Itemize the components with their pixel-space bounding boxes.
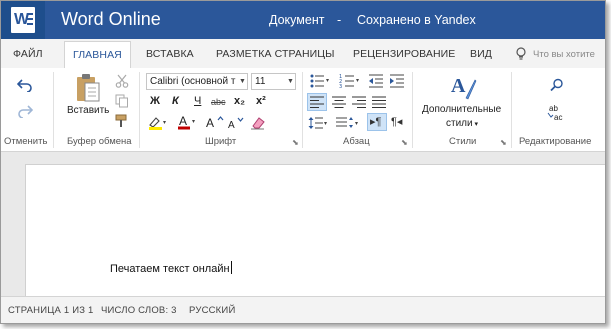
language-indicator[interactable]: РУССКИЙ xyxy=(189,305,235,316)
text-cursor xyxy=(230,261,232,274)
editing-group-label: Редактирование xyxy=(519,136,592,147)
svg-text:A: A xyxy=(206,116,214,130)
dialog-launcher-icon[interactable]: ⬊ xyxy=(401,138,408,147)
save-status: Сохранено в Yandex xyxy=(357,13,476,27)
increase-indent-icon[interactable] xyxy=(389,73,405,89)
svg-text:ac: ac xyxy=(554,113,562,122)
paragraph-spacing-icon[interactable]: ▾ xyxy=(335,116,361,130)
svg-text:▾: ▾ xyxy=(163,119,166,126)
grow-font-icon[interactable]: A xyxy=(205,115,225,130)
svg-text:A: A xyxy=(179,115,187,128)
ribbon-home: Отменить Вставить Буфер обмена Calibri (… xyxy=(1,68,605,152)
tab-view[interactable]: ВИД xyxy=(470,48,492,60)
align-left-icon[interactable] xyxy=(310,96,324,108)
superscript-button[interactable]: x² xyxy=(256,95,266,107)
tab-page-layout[interactable]: РАЗМЕТКА СТРАНИЦЫ xyxy=(216,48,335,60)
svg-text:▾: ▾ xyxy=(192,118,195,125)
clear-formatting-icon[interactable] xyxy=(250,116,266,130)
word-online-window: W Word Online Документ - Сохранено в Yan… xyxy=(0,0,606,324)
group-divider xyxy=(302,72,303,148)
status-bar: СТРАНИЦА 1 ИЗ 1 ЧИСЛО СЛОВ: 3 РУССКИЙ xyxy=(1,296,605,323)
align-right-icon[interactable] xyxy=(352,96,366,108)
copy-icon[interactable] xyxy=(115,94,129,108)
tab-file[interactable]: ФАЙЛ xyxy=(13,48,43,60)
format-painter-icon[interactable] xyxy=(115,114,129,128)
bold-button[interactable]: Ж xyxy=(150,95,160,107)
app-name[interactable]: Word Online xyxy=(61,9,161,30)
dialog-launcher-icon[interactable]: ⬊ xyxy=(500,138,507,147)
decrease-indent-icon[interactable] xyxy=(368,73,384,89)
document-page[interactable]: Печатаем текст онлайн xyxy=(25,164,605,298)
strikethrough-button[interactable]: abc xyxy=(211,97,226,107)
clipboard-group-label: Буфер обмена xyxy=(67,136,132,147)
highlight-color-icon[interactable]: ▾ xyxy=(148,116,168,130)
group-divider xyxy=(511,72,512,148)
tab-home[interactable]: ГЛАВНАЯ xyxy=(64,41,131,68)
redo-icon[interactable] xyxy=(17,104,33,118)
styles-icon[interactable]: A xyxy=(449,72,477,100)
line-spacing-icon[interactable]: ▾ xyxy=(308,116,330,130)
svg-text:▾: ▾ xyxy=(326,77,329,84)
document-body-text[interactable]: Печатаем текст онлайн xyxy=(110,261,232,275)
group-divider xyxy=(53,72,54,148)
svg-text:▾: ▾ xyxy=(324,120,327,127)
svg-text:A: A xyxy=(451,75,466,97)
font-size-value: 11 xyxy=(255,76,266,87)
undo-group-label: Отменить xyxy=(4,136,48,147)
more-styles-button[interactable]: стили ▾ xyxy=(446,118,478,129)
word-logo-icon[interactable]: W xyxy=(1,1,45,39)
lightbulb-icon[interactable] xyxy=(515,47,527,61)
align-center-icon[interactable] xyxy=(332,96,346,108)
title-separator: - xyxy=(337,13,342,27)
bullets-icon[interactable]: ▾ xyxy=(309,73,331,89)
undo-icon[interactable] xyxy=(17,78,33,92)
cut-icon[interactable] xyxy=(115,74,129,88)
word-count[interactable]: ЧИСЛО СЛОВ: 3 xyxy=(101,305,177,316)
svg-text:3: 3 xyxy=(339,84,342,89)
page-count: СТРАНИЦА 1 ИЗ 1 xyxy=(8,305,94,316)
chevron-down-icon[interactable]: ▼ xyxy=(287,78,294,85)
svg-text:A: A xyxy=(228,120,235,130)
font-group-label: Шрифт xyxy=(205,136,237,147)
shrink-font-icon[interactable]: A xyxy=(227,116,245,130)
tab-insert[interactable]: ВСТАВКА xyxy=(146,48,194,60)
document-text-content: Печатаем текст онлайн xyxy=(110,263,230,275)
justify-icon[interactable] xyxy=(372,96,386,108)
dialog-launcher-icon[interactable]: ⬊ xyxy=(292,138,299,147)
italic-button[interactable]: К xyxy=(172,95,179,107)
paste-clipboard-icon[interactable] xyxy=(75,73,101,103)
group-divider xyxy=(139,72,140,148)
replace-icon[interactable]: ab ac xyxy=(546,102,568,122)
svg-text:▾: ▾ xyxy=(356,77,359,84)
font-color-icon[interactable]: A ▾ xyxy=(177,115,199,130)
right-to-left-icon[interactable]: ¶◂ xyxy=(391,115,402,128)
title-bar: W Word Online Документ - Сохранено в Yan… xyxy=(1,1,605,39)
document-canvas: Печатаем текст онлайн xyxy=(1,152,605,298)
font-name-select[interactable]: Calibri (основной т xyxy=(146,73,248,90)
underline-button[interactable]: Ч xyxy=(194,95,201,107)
more-styles-line1[interactable]: Дополнительные xyxy=(422,104,501,115)
find-search-icon[interactable] xyxy=(550,78,564,92)
document-name[interactable]: Документ xyxy=(269,13,324,27)
paste-button[interactable]: Вставить xyxy=(67,105,109,116)
tab-review[interactable]: РЕЦЕНЗИРОВАНИЕ xyxy=(353,48,455,60)
svg-text:▾: ▾ xyxy=(355,120,358,127)
chevron-down-icon[interactable]: ▼ xyxy=(239,78,246,85)
font-name-value: Calibri (основной т xyxy=(150,76,236,87)
svg-text:ab: ab xyxy=(549,104,558,113)
styles-group-label: Стили xyxy=(449,136,477,147)
paragraph-group-label: Абзац xyxy=(343,136,370,147)
more-styles-line2: стили xyxy=(446,118,473,129)
tell-me-input[interactable]: Что вы хотите xyxy=(533,49,595,60)
group-divider xyxy=(412,72,413,148)
left-to-right-icon[interactable]: ▸¶ xyxy=(370,115,381,128)
subscript-button[interactable]: x₂ xyxy=(234,95,245,107)
numbering-icon[interactable]: 1 2 3 ▾ xyxy=(339,73,361,89)
